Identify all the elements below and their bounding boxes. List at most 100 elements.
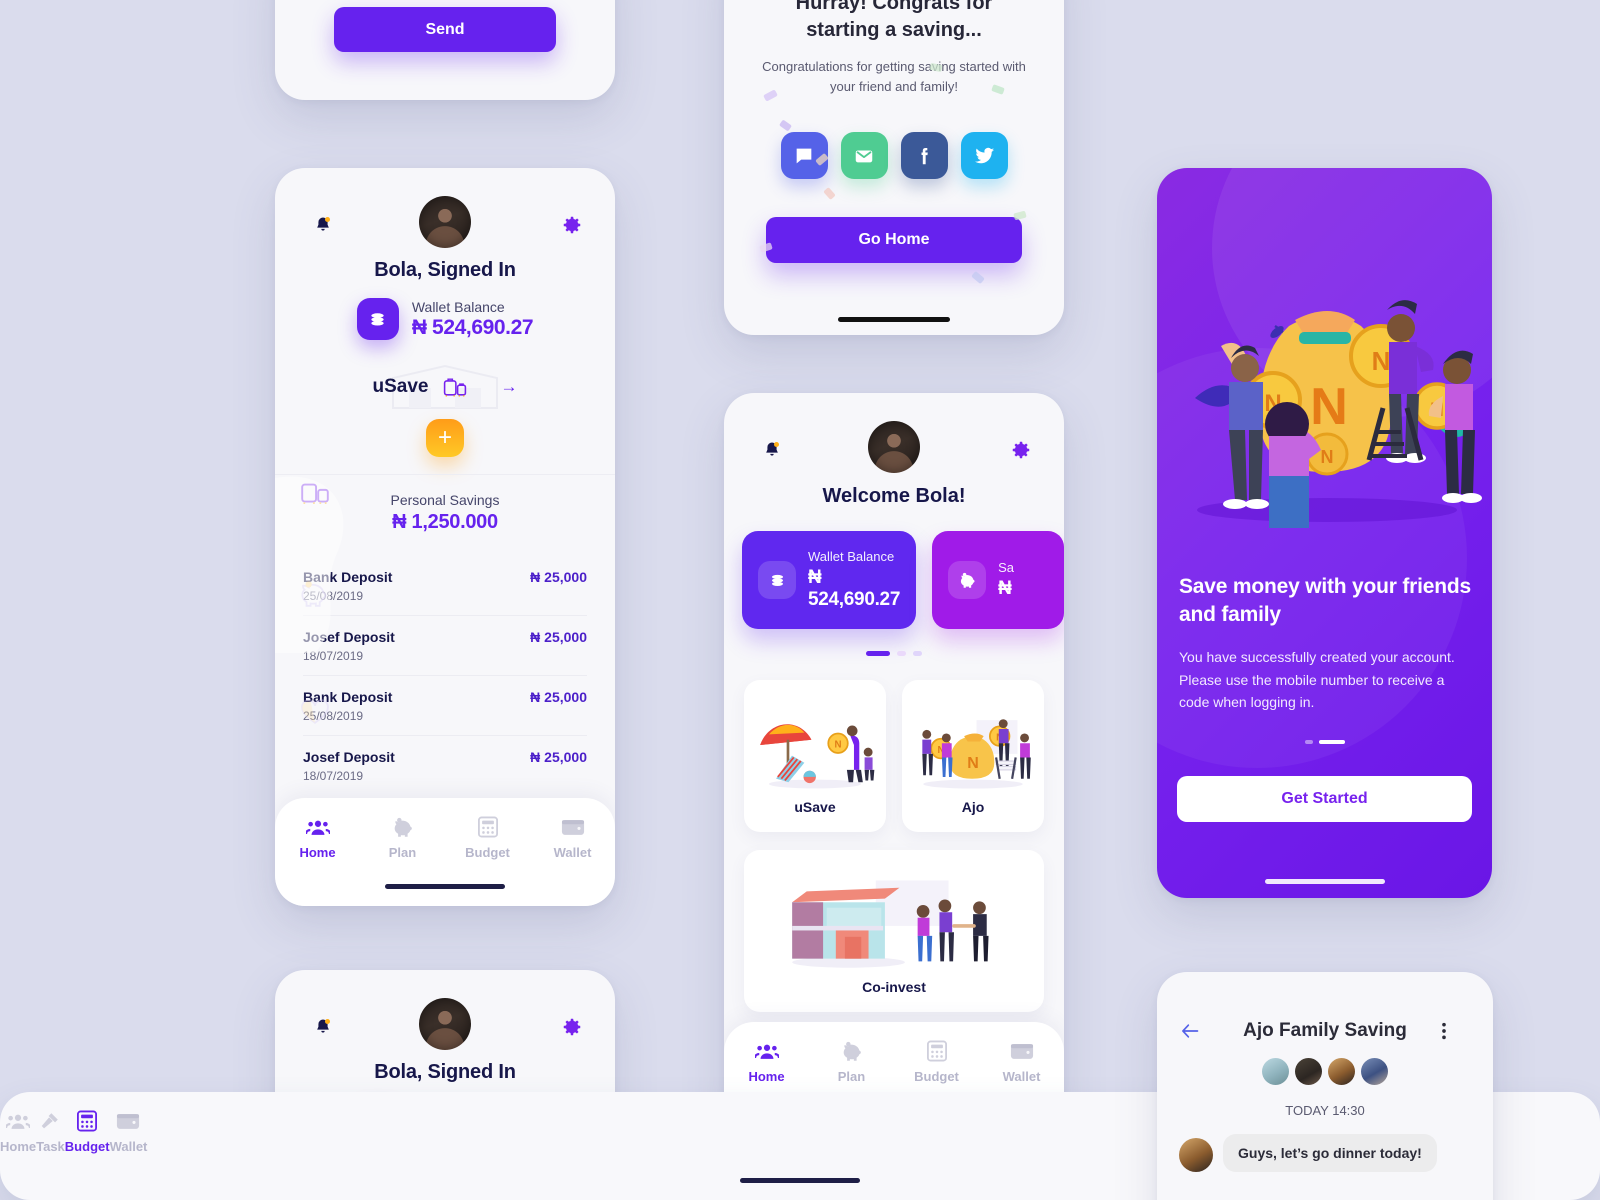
nav-item-wallet[interactable]: Wallet (109, 1110, 148, 1154)
nav-item-plan[interactable]: Plan (360, 816, 445, 860)
confetti (1013, 210, 1027, 221)
feature-card-coinvest[interactable]: Co-invest (744, 850, 1044, 1012)
welcome-header: Welcome Bola! (724, 393, 1064, 508)
balance-carousel[interactable]: Wallet Balance ₦ 524,690.27 Sa ₦ (724, 531, 1064, 629)
notification-bell-icon[interactable] (313, 214, 333, 236)
wallet-icon (110, 1110, 148, 1132)
wallet-balance-label: Wallet Balance (411, 298, 505, 315)
go-home-button[interactable]: Go Home (766, 217, 1022, 263)
piggy-bank-icon (360, 816, 445, 838)
people-icon (0, 1110, 36, 1132)
notification-bell-icon[interactable] (313, 1016, 333, 1038)
avatar[interactable] (1179, 1138, 1213, 1172)
feature-grid: N uSave N N Ajo (724, 680, 1064, 832)
carousel-dot-2[interactable] (897, 651, 906, 656)
calculator-icon (894, 1040, 979, 1062)
balance-card-label: Sa (998, 560, 1014, 575)
avatar[interactable] (1295, 1058, 1322, 1085)
transaction-amount: ₦ 25,000 (530, 749, 587, 765)
piggy-bank-icon-decoration (297, 580, 333, 610)
arrow-left-icon[interactable] (1179, 1021, 1209, 1041)
page-title: Hurray! Congrats for starting a saving..… (795, 0, 993, 41)
email-icon[interactable] (840, 132, 888, 179)
chat-timestamp: TODAY 14:30 (1285, 1103, 1365, 1118)
avatar[interactable] (1328, 1058, 1355, 1085)
nav-label: Wallet (1002, 1069, 1041, 1084)
screenshot-stage: Send Bola, Signed In Wallet Balance ₦ 52… (0, 0, 1600, 1200)
facebook-icon[interactable] (900, 132, 948, 179)
send-card: Send (275, 0, 615, 100)
nav-item-budget[interactable]: Budget (894, 1040, 979, 1084)
nav-item-budget[interactable]: Budget (445, 816, 530, 860)
wallet-balance-amount: ₦ 524,690.27 (411, 315, 534, 339)
home-indicator (385, 884, 505, 889)
carousel-dot-3[interactable] (913, 651, 922, 656)
avatar[interactable] (419, 998, 471, 1050)
nav-item-budget[interactable]: Budget (65, 1110, 110, 1154)
chat-message-bubble: Guys, let’s go dinner today! (1223, 1134, 1437, 1172)
bottom-navigation: Home Plan Budget Wallet (275, 798, 615, 906)
chat-header: Ajo Family Saving (1157, 972, 1493, 1042)
feature-card-usave[interactable]: N uSave (744, 680, 886, 832)
svg-text:N: N (1321, 447, 1334, 467)
balance-card-amount: ₦ 524,690.27 (808, 567, 901, 610)
gear-icon[interactable] (561, 214, 583, 236)
twitter-icon[interactable] (960, 132, 1008, 179)
page-title: Welcome Bola! (822, 485, 966, 507)
wallet-icon (530, 816, 615, 838)
notification-bell-icon[interactable] (762, 439, 782, 461)
nav-label: Wallet (109, 1139, 148, 1154)
hammer-icon (36, 1110, 65, 1132)
avatar[interactable] (419, 196, 471, 248)
promo-dot-1[interactable] (1304, 740, 1313, 744)
transaction-date: 18/07/2019 (303, 769, 364, 783)
carousel-dots[interactable] (724, 651, 1064, 656)
welcome-screen-card: Welcome Bola! Wallet Balance ₦ 524,690.2… (724, 393, 1064, 1130)
confetti (778, 119, 793, 132)
balance-card-savings[interactable]: Sa ₦ (932, 531, 1064, 629)
carousel-dot-1[interactable] (866, 651, 890, 656)
home-screen-card: Bola, Signed In Wallet Balance ₦ 524,690… (275, 168, 615, 906)
confetti (823, 187, 836, 200)
svg-text:N: N (967, 755, 979, 772)
promo-carousel-dots[interactable] (1157, 740, 1492, 744)
onboarding-promo-card: N N N N N (1157, 168, 1492, 898)
nav-item-wallet[interactable]: Wallet (979, 1040, 1064, 1084)
luggage-icon (442, 375, 468, 399)
balance-card-wallet[interactable]: Wallet Balance ₦ 524,690.27 (742, 531, 917, 629)
nav-item-task[interactable]: Task (36, 1110, 65, 1154)
nav-label: Plan (388, 845, 417, 860)
user-name: Bola, Signed In (374, 1061, 516, 1083)
avatar[interactable] (1361, 1058, 1388, 1085)
home-indicator (740, 1178, 860, 1183)
table-row[interactable]: Bank Deposit 25/08/2019 ₦ 25,000 (303, 675, 587, 735)
nav-item-home[interactable]: Home (0, 1110, 36, 1154)
avatar[interactable] (868, 421, 920, 473)
usave-arrow-icon[interactable]: → (500, 377, 517, 397)
feature-card-ajo[interactable]: N N N (902, 680, 1044, 832)
usave-row[interactable]: uSave → (275, 364, 615, 409)
save-money-illustration: N N N N N (1195, 300, 1482, 528)
chat-message-row: Guys, let’s go dinner today! (1157, 1118, 1493, 1172)
promo-dot-2[interactable] (1318, 740, 1345, 744)
nav-label: Home (299, 845, 336, 860)
avatar[interactable] (1262, 1058, 1289, 1085)
gear-icon[interactable] (1010, 439, 1032, 461)
svg-text:N: N (1372, 346, 1391, 376)
nav-item-home[interactable]: Home (275, 816, 360, 860)
balance-card-label: Wallet Balance (808, 549, 895, 564)
nav-item-wallet[interactable]: Wallet (530, 816, 615, 860)
get-started-button[interactable]: Get Started (1177, 776, 1472, 822)
nav-item-plan[interactable]: Plan (809, 1040, 894, 1084)
nav-label: Budget (914, 1069, 959, 1084)
gear-icon[interactable] (561, 1016, 583, 1038)
usave-label: uSave (372, 376, 429, 397)
more-vertical-icon[interactable] (1441, 1021, 1471, 1041)
send-button[interactable]: Send (334, 7, 556, 52)
personal-savings-amount: ₦ 1,250.000 (392, 511, 498, 533)
table-row[interactable]: Josef Deposit 18/07/2019 ₦ 25,000 (303, 735, 587, 795)
transaction-title: Josef Deposit (303, 749, 395, 765)
add-savings-button[interactable]: + (426, 419, 464, 457)
svg-text:N: N (1310, 378, 1348, 436)
nav-item-home[interactable]: Home (724, 1040, 809, 1084)
